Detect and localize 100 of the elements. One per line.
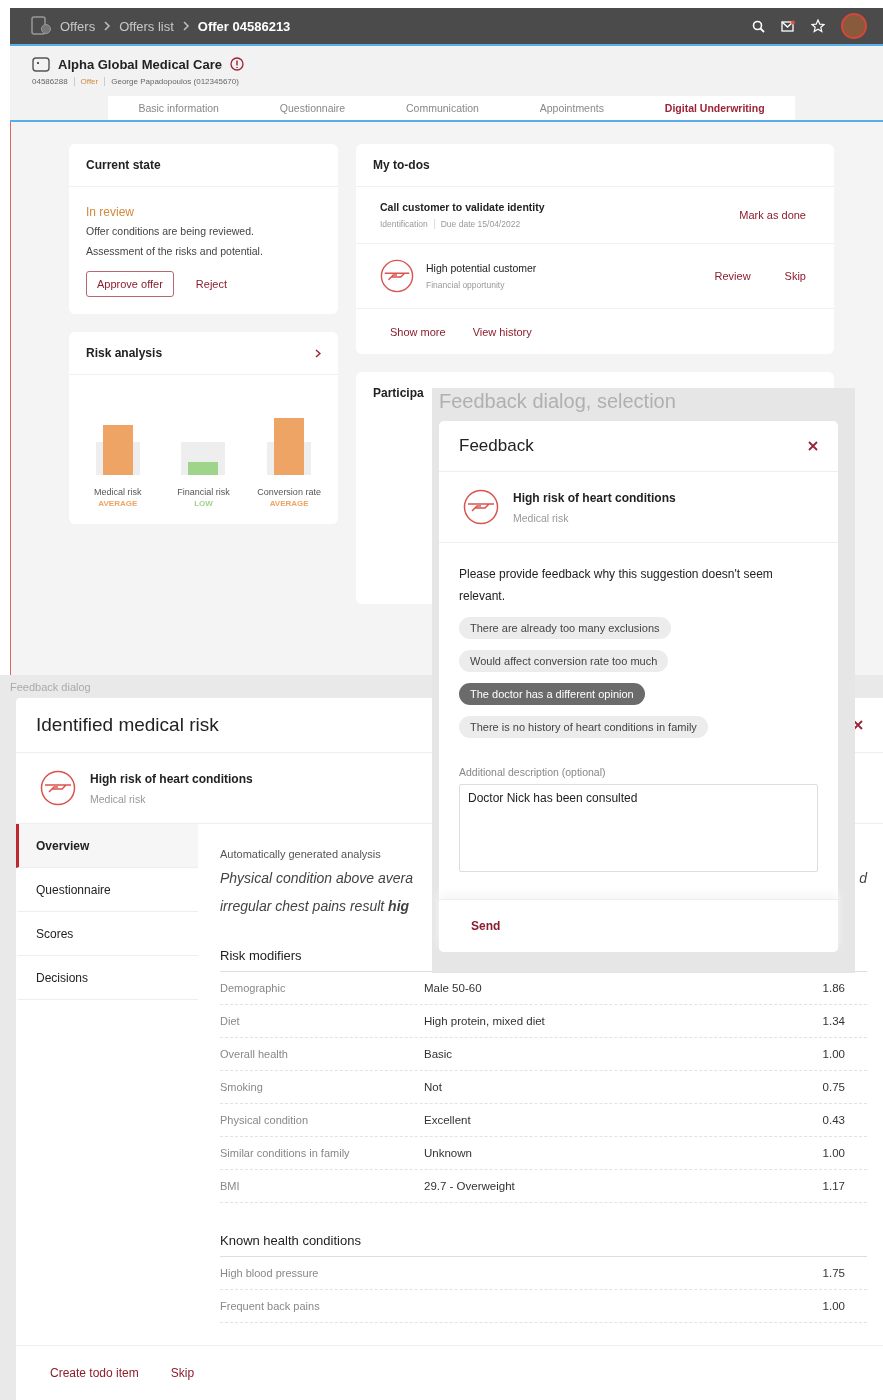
dialog-title: Identified medical risk: [36, 714, 219, 736]
factor-cell-text: BMI: [220, 1180, 241, 1192]
factor-cell-text: Similar conditions in family: [220, 1147, 351, 1159]
metric-rating: LOW: [194, 499, 213, 508]
section-heading: Known health conditions: [220, 1233, 867, 1257]
mail-icon[interactable]: [781, 20, 795, 32]
analysis-text: Physical condition above avera: [220, 869, 413, 888]
value-cell: Male 50-60: [424, 982, 482, 994]
status-label: In review: [86, 205, 136, 219]
suggestion-title: High risk of heart conditions: [90, 771, 253, 786]
metric-label: Medical risk: [94, 487, 142, 497]
info-icon[interactable]: [230, 57, 244, 71]
tab[interactable]: Digital Underwriting: [664, 102, 765, 114]
document-icon: [32, 56, 50, 72]
nav-item[interactable]: Questionnaire: [16, 868, 198, 912]
value-cell: 29.7 - Overweight: [424, 1180, 515, 1192]
document-icon[interactable]: [30, 16, 52, 36]
footer-action[interactable]: Create todo item: [50, 1366, 139, 1380]
feedback-prompt: Please provide feedback why this suggestion doesn't seem relevant.: [459, 566, 774, 605]
description-field[interactable]: Doctor Nick has been consulted: [459, 784, 818, 872]
score-cell: 1.75: [822, 1267, 845, 1279]
reason-chip[interactable]: The doctor has a different opinion: [459, 683, 645, 705]
chevron-icon[interactable]: [315, 348, 321, 358]
text-button[interactable]: Reject: [195, 278, 228, 290]
todos-link[interactable]: Show more: [390, 325, 446, 338]
chevron-icon: [181, 21, 190, 31]
factor-cell-text: Physical condition: [220, 1114, 310, 1126]
nav-item[interactable]: Decisions: [16, 956, 198, 1000]
todo-title: Call customer to validate identity: [380, 201, 546, 213]
record-person: George Papadopoulos (012345670): [111, 77, 239, 86]
factor-cell-text: Overall health: [220, 1048, 289, 1060]
nav-item[interactable]: Overview: [16, 824, 198, 868]
score-cell: 1.86: [822, 982, 845, 994]
factor-cell-text: High blood pressure: [220, 1267, 320, 1279]
factor-cell-text: Demographic: [220, 982, 287, 994]
score-cell: 0.43: [822, 1114, 845, 1126]
search-icon[interactable]: [752, 19, 765, 33]
approve-button[interactable]: Approve offer: [86, 271, 174, 297]
close-icon[interactable]: [853, 720, 863, 730]
tab[interactable]: Questionnaire: [279, 102, 346, 114]
suggestion-category: Medical risk: [90, 792, 147, 805]
suggestion-title: High risk of heart conditions: [513, 490, 676, 505]
field-label: Additional description (optional): [459, 766, 607, 778]
todo-action[interactable]: Review: [714, 270, 751, 282]
nav-item[interactable]: Scores: [16, 912, 198, 956]
reason-chip[interactable]: There is no history of heart conditions in family: [459, 716, 708, 738]
todo-title: High potential customer: [426, 262, 538, 274]
record-number: 04586288: [32, 77, 68, 86]
card-title: My to-dos: [373, 158, 430, 172]
factor-cell-text: Smoking: [220, 1081, 264, 1093]
factor-cell-text: Frequent back pains: [220, 1300, 321, 1312]
chevron-icon: [103, 21, 112, 31]
value-cell: High protein, mixed diet: [424, 1015, 545, 1027]
score-cell: 1.00: [822, 1048, 845, 1060]
metric-label: Financial risk: [177, 487, 230, 497]
analysis-label: Automatically generated analysis: [220, 848, 382, 860]
card-title: Risk analysis: [86, 346, 163, 360]
footer-action[interactable]: Skip: [170, 1366, 195, 1380]
score-cell: 1.34: [822, 1015, 845, 1027]
emblem-icon: [380, 259, 414, 293]
todo-category: Financial opportunity: [426, 280, 505, 290]
reason-chip[interactable]: There are already too many exclusions: [459, 617, 671, 639]
value-cell: Unknown: [424, 1147, 472, 1159]
tab[interactable]: Appointments: [539, 102, 604, 114]
todo-due-date: Due date 15/04/2022: [440, 219, 521, 229]
card-title: Participa: [373, 386, 424, 400]
card-title: Current state: [86, 158, 161, 172]
score-cell: 1.17: [822, 1180, 845, 1192]
todo-category: Identification: [380, 219, 428, 229]
send-button[interactable]: Send: [471, 919, 501, 933]
star-icon[interactable]: [811, 19, 825, 33]
factor-cell-text: Diet: [220, 1015, 241, 1027]
score-cell: 1.00: [822, 1300, 845, 1312]
score-cell: 1.00: [822, 1147, 845, 1159]
value-cell: Not: [424, 1081, 442, 1093]
reason-chip[interactable]: Would affect conversion rate too much: [459, 650, 669, 672]
tab[interactable]: Basic information: [138, 102, 219, 114]
todo-action[interactable]: Skip: [784, 270, 806, 282]
metric-label: Conversion rate: [257, 487, 321, 497]
breadcrumb[interactable]: Offers list: [119, 18, 174, 34]
breadcrumb[interactable]: Offer 04586213: [197, 18, 291, 34]
value-cell: Basic: [424, 1048, 453, 1060]
value-cell: Excellent: [424, 1114, 471, 1126]
metric-rating: AVERAGE: [269, 499, 309, 508]
suggestion-category: Medical risk: [513, 511, 570, 524]
score-cell: 0.75: [822, 1081, 845, 1093]
record-type: Offer: [80, 77, 99, 86]
tab[interactable]: Communication: [406, 102, 479, 114]
metric-rating: AVERAGE: [98, 499, 138, 508]
emblem-icon: [40, 770, 76, 806]
emblem-icon: [463, 489, 499, 525]
close-icon[interactable]: [808, 441, 818, 451]
todos-link[interactable]: View history: [472, 325, 532, 338]
analysis-text: irregular chest pains result hig: [220, 897, 410, 916]
todo-action[interactable]: Mark as done: [739, 209, 806, 221]
dialog-title: Feedback: [459, 436, 534, 456]
frame-caption: Feedback dialog: [10, 681, 91, 695]
breadcrumb[interactable]: Offers: [60, 18, 96, 34]
status-description: Offer conditions are being reviewed. Assessment of the risks and potential.: [86, 224, 264, 259]
record-title: Alpha Global Medical Care: [58, 56, 222, 72]
